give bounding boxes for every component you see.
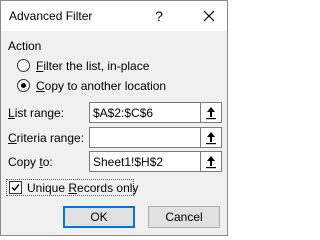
list-range-label: List range: xyxy=(8,106,65,120)
unique-records-checkbox[interactable]: Unique Records only xyxy=(6,179,138,196)
radio-filter-in-place-label: Filter the list, in-place xyxy=(36,59,150,73)
range-picker-icon[interactable] xyxy=(200,128,221,147)
cancel-button[interactable]: Cancel xyxy=(148,206,220,228)
dialog-title: Advanced Filter xyxy=(9,9,93,23)
copy-to-label: Copy to: xyxy=(8,155,53,169)
title-bar: Advanced Filter ? xyxy=(1,1,227,31)
radio-copy-to-location[interactable]: Copy to another location xyxy=(17,77,217,95)
criteria-range-input[interactable] xyxy=(89,127,222,148)
advanced-filter-dialog: Advanced Filter ? Action Filter the list… xyxy=(0,0,228,236)
unique-records-label: Unique Records only xyxy=(27,181,139,195)
list-range-value[interactable]: $A$2:$C$6 xyxy=(93,106,153,120)
range-picker-icon[interactable] xyxy=(200,152,221,171)
close-icon[interactable] xyxy=(199,6,219,26)
ok-button[interactable]: OK xyxy=(63,206,135,228)
radio-filter-in-place[interactable]: Filter the list, in-place xyxy=(17,57,217,75)
action-section-label: Action xyxy=(8,39,42,53)
radio-button-empty[interactable] xyxy=(17,59,30,72)
copy-to-value[interactable]: Sheet1!$H$2 xyxy=(93,155,163,169)
radio-copy-to-location-label: Copy to another location xyxy=(36,79,167,93)
copy-to-input[interactable]: Sheet1!$H$2 xyxy=(89,151,222,172)
range-picker-icon[interactable] xyxy=(200,103,221,122)
list-range-input[interactable]: $A$2:$C$6 xyxy=(89,102,222,123)
radio-button-selected[interactable] xyxy=(17,79,30,92)
help-button[interactable]: ? xyxy=(149,6,169,26)
checkmark-icon[interactable] xyxy=(9,181,22,194)
criteria-range-label: Criteria range: xyxy=(8,131,85,145)
